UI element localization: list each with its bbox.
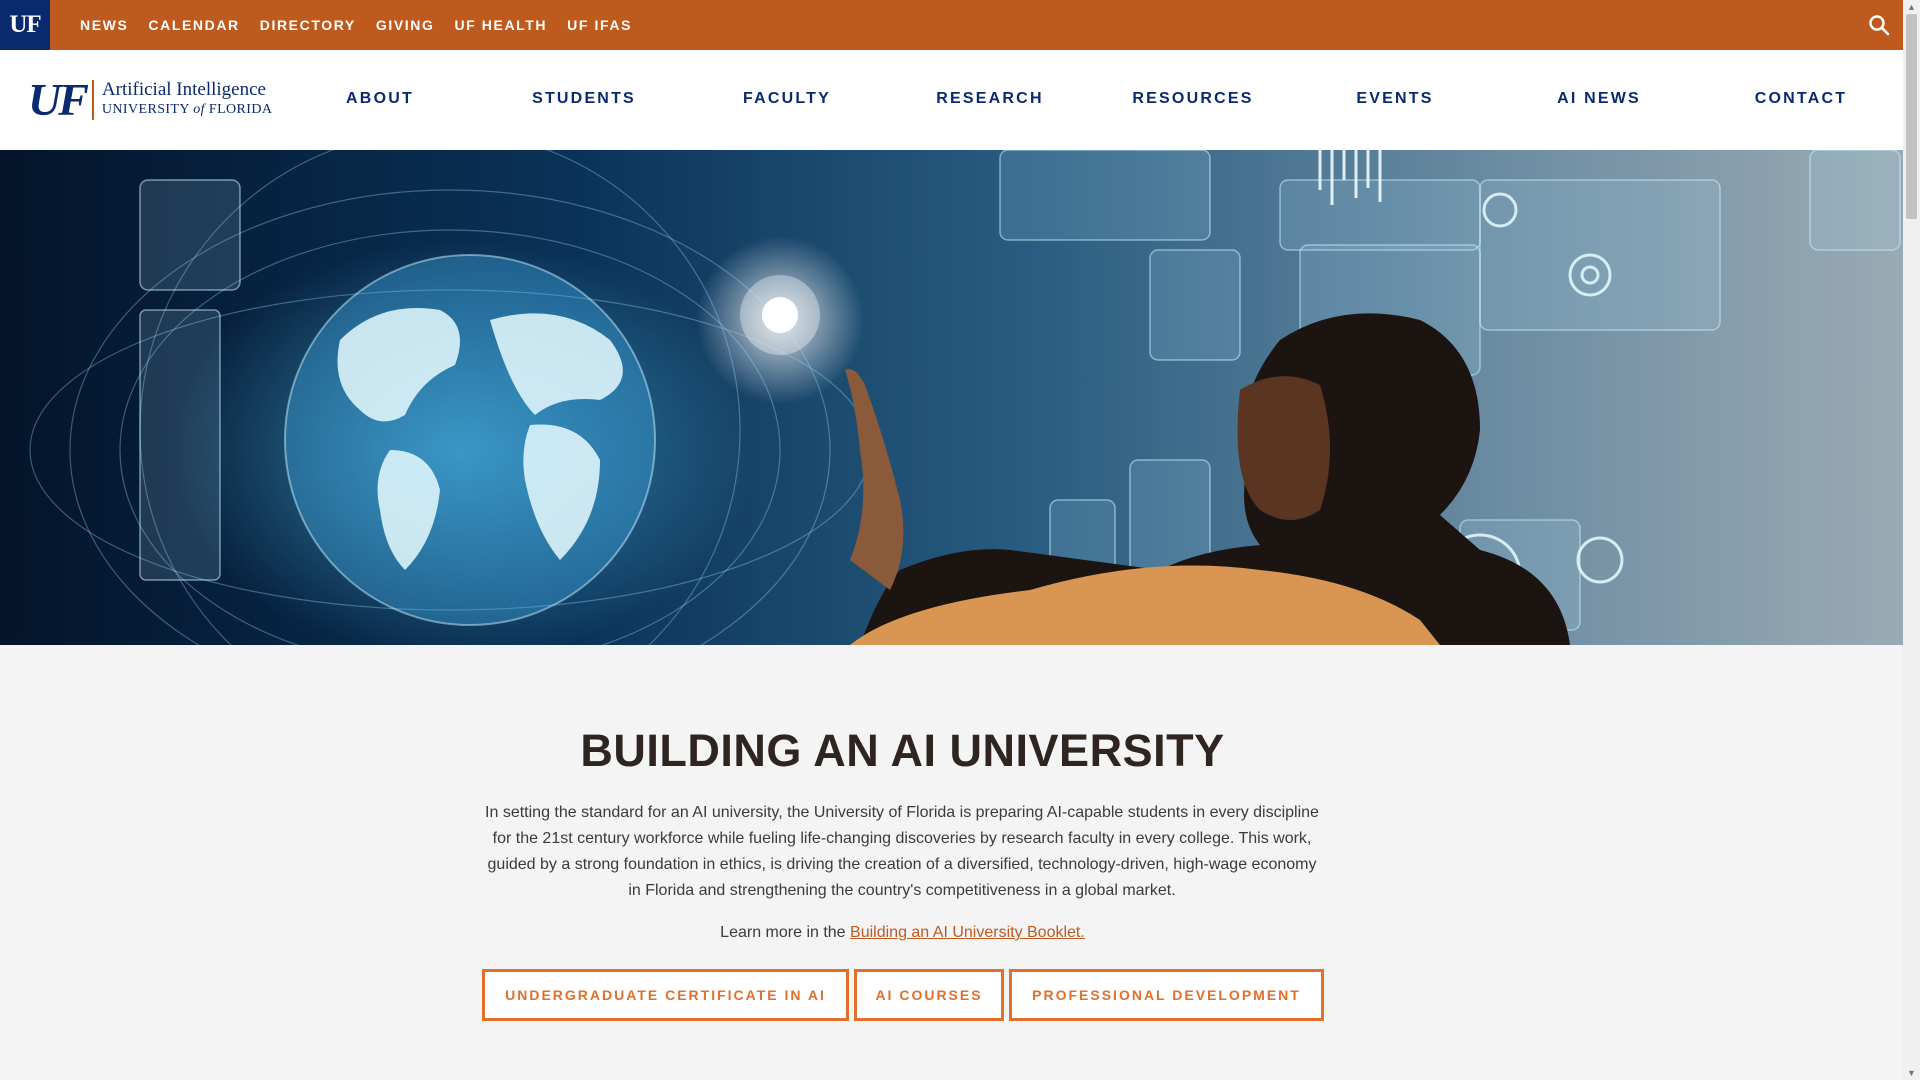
scroll-down-arrow-icon[interactable]: ▼ <box>1903 1066 1920 1080</box>
nav-research[interactable]: RESEARCH <box>936 90 1043 108</box>
nav-resources[interactable]: RESOURCES <box>1132 90 1253 108</box>
undergraduate-certificate-button[interactable]: UNDERGRADUATE CERTIFICATE IN AI <box>482 969 849 1021</box>
hero-image <box>0 150 1903 645</box>
utility-link-uf-health[interactable]: UF HEALTH <box>454 17 547 33</box>
utility-link-giving[interactable]: GIVING <box>376 17 435 33</box>
ai-courses-button[interactable]: AI COURSES <box>854 969 1004 1021</box>
nav-faculty[interactable]: FACULTY <box>743 90 831 108</box>
nav-contact[interactable]: CONTACT <box>1755 90 1847 108</box>
nav-ai-news[interactable]: AI NEWS <box>1557 90 1641 108</box>
learn-more-text: Learn more in the Building an AI Univers… <box>0 924 1805 942</box>
scroll-up-arrow-icon[interactable]: ▲ <box>1903 0 1920 14</box>
utility-link-news[interactable]: NEWS <box>80 17 128 33</box>
booklet-link[interactable]: Building an AI University Booklet. <box>850 924 1085 941</box>
page-title: BUILDING AN AI UNIVERSITY <box>580 725 1225 776</box>
nav-students[interactable]: STUDENTS <box>532 90 636 108</box>
intro-paragraph: In setting the standard for an AI univer… <box>485 804 1319 899</box>
utility-link-directory[interactable]: DIRECTORY <box>260 17 356 33</box>
nav-events[interactable]: EVENTS <box>1356 90 1433 108</box>
scrollbar-thumb[interactable] <box>1906 14 1917 219</box>
utility-link-uf-ifas[interactable]: UF IFAS <box>567 17 632 33</box>
learn-more-prefix: Learn more in the <box>720 924 851 941</box>
cta-buttons: UNDERGRADUATE CERTIFICATE IN AI AI COURS… <box>482 969 1329 1021</box>
scrollbar[interactable]: ▲ ▼ <box>1903 0 1920 1080</box>
utility-bar: UF NEWS CALENDAR DIRECTORY GIVING UF HEA… <box>0 0 1903 50</box>
nav-about[interactable]: ABOUT <box>346 90 414 108</box>
utility-links: NEWS CALENDAR DIRECTORY GIVING UF HEALTH… <box>80 0 652 50</box>
main-nav: UF Artificial Intelligence UNIVERSITY of… <box>0 50 1903 150</box>
search-icon[interactable] <box>1867 13 1891 37</box>
intro-section: BUILDING AN AI UNIVERSITY In setting the… <box>0 645 1903 1080</box>
professional-development-button[interactable]: PROFESSIONAL DEVELOPMENT <box>1009 969 1324 1021</box>
utility-link-calendar[interactable]: CALENDAR <box>148 17 239 33</box>
uf-logo[interactable]: UF <box>0 0 50 50</box>
